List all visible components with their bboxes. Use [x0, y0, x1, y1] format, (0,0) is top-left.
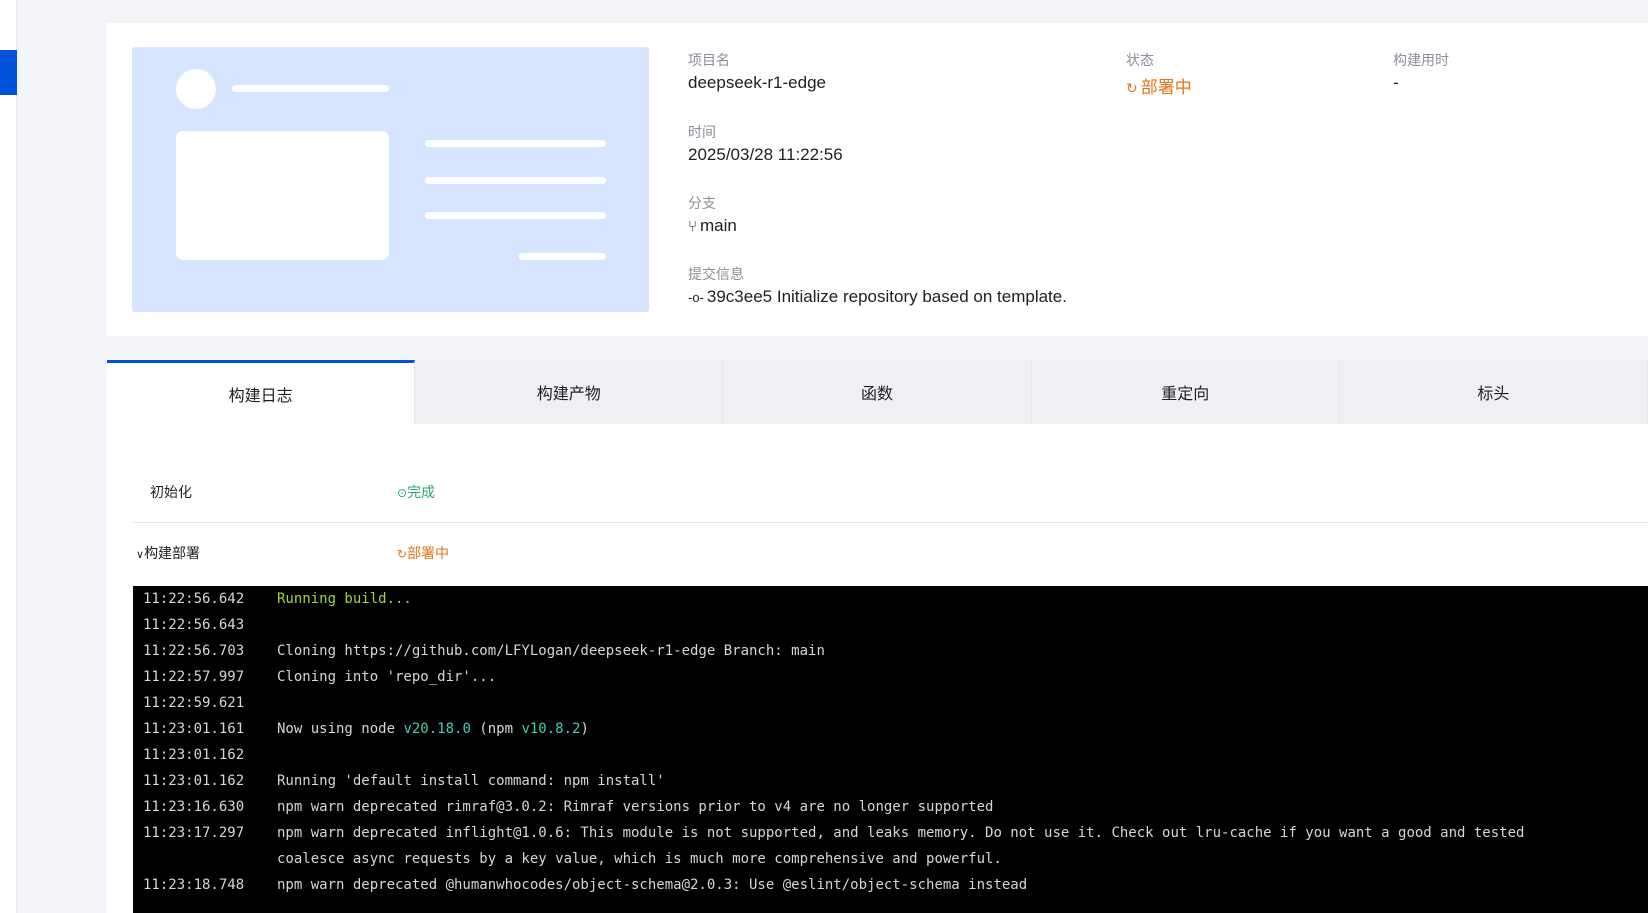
project-name-label: 项目名: [688, 52, 730, 68]
git-branch-icon: ⑂: [688, 218, 698, 235]
log-message: Cloning into 'repo_dir'...: [277, 669, 497, 685]
branch-value: ⑂ main: [688, 216, 737, 236]
site-preview-placeholder: [132, 47, 649, 312]
commit-value: -o- 39c3ee5 Initialize repository based o…: [688, 287, 1067, 307]
log-message: Cloning https://github.com/LFYLogan/deep…: [277, 643, 825, 659]
branch-name: main: [700, 216, 737, 235]
step-build-deploy-status-text: 部署中: [407, 545, 450, 561]
tab-build-artifacts[interactable]: 构建产物: [415, 360, 724, 424]
step-build-deploy-label: 构建部署: [144, 545, 201, 561]
check-circle-icon: ⊙: [397, 486, 408, 500]
preview-line: [425, 212, 606, 219]
project-name: deepseek-r1-edge: [688, 73, 826, 92]
log-timestamp: 11:22:56.703: [143, 643, 245, 659]
branch-label: 分支: [688, 195, 716, 211]
log-text: Now using node: [277, 721, 404, 737]
deploy-time: 2025/03/28 11:22:56: [688, 145, 843, 164]
duration-label: 构建用时: [1393, 52, 1449, 68]
preview-content-box: [176, 131, 389, 260]
log-message: npm warn deprecated inflight@1.0.6: This…: [277, 825, 1525, 841]
preview-avatar-shape: [176, 69, 216, 109]
log-timestamp: 11:22:56.642: [143, 591, 245, 607]
detail-tabs: 构建日志 构建产物 函数 重定向 标头: [107, 360, 1648, 424]
step-init-name: 初始化: [150, 484, 192, 500]
step-build-deploy-row[interactable]: ∨构建部署 ↻部署中: [132, 523, 1648, 583]
commit-message: 39c3ee5 Initialize repository based on t…: [706, 287, 1067, 306]
spinner-icon: ↻: [1126, 80, 1138, 96]
deployment-summary-card: 项目名 deepseek-r1-edge 状态 ↻ 部署中 构建用时 - 时间 2…: [107, 23, 1648, 336]
npm-version: v10.8.2: [521, 721, 581, 737]
log-message: npm warn deprecated @humanwhocodes/objec…: [277, 877, 1028, 893]
build-log-console[interactable]: 11:22:56.642 Running build... 11:22:56.64…: [133, 586, 1648, 913]
log-message: Now using node v20.18.0 (npm v10.8.2): [277, 721, 589, 737]
log-timestamp: 11:23:01.162: [143, 773, 245, 789]
preview-line: [519, 253, 606, 260]
nav-active-indicator[interactable]: [0, 50, 17, 95]
commit-label: 提交信息: [688, 266, 744, 282]
log-timestamp: 11:23:17.297: [143, 825, 245, 841]
log-text: ): [580, 721, 589, 737]
tab-redirects[interactable]: 重定向: [1032, 360, 1340, 424]
log-timestamp: 11:23:16.630: [143, 799, 245, 815]
preview-line: [425, 177, 606, 184]
log-timestamp: 11:22:59.621: [143, 695, 245, 711]
log-message: Running build...: [277, 591, 412, 607]
log-timestamp: 11:22:57.997: [143, 669, 245, 685]
tab-functions[interactable]: 函数: [723, 360, 1032, 424]
log-message: npm warn deprecated rimraf@3.0.2: Rimraf…: [277, 799, 994, 815]
preview-line: [425, 140, 606, 147]
log-text: (npm: [470, 721, 522, 737]
step-init-row[interactable]: 初始化 ⊙完成: [132, 462, 1648, 522]
time-label: 时间: [688, 124, 716, 140]
preview-title-bar: [232, 85, 389, 92]
log-timestamp: 11:23:01.162: [143, 747, 245, 763]
node-version: v20.18.0: [403, 721, 471, 737]
left-nav-rail: [0, 0, 17, 913]
log-timestamp: 11:22:56.643: [143, 617, 245, 633]
spinner-icon: ↻: [397, 547, 408, 561]
step-build-deploy-name: ∨构建部署: [136, 543, 200, 563]
status-label: 状态: [1126, 52, 1154, 68]
git-commit-icon: -o-: [688, 290, 704, 305]
duration-value: -: [1393, 73, 1399, 92]
chevron-down-icon[interactable]: ∨: [136, 549, 144, 561]
step-init-status: ⊙完成: [397, 482, 435, 502]
status-text: 部署中: [1140, 78, 1192, 97]
log-timestamp: 11:23:18.748: [143, 877, 245, 893]
log-message: coalesce async requests by a key value, …: [277, 851, 1002, 867]
tab-headers[interactable]: 标头: [1340, 360, 1648, 424]
step-build-deploy-status: ↻部署中: [397, 543, 449, 563]
log-message: Running 'default install command: npm in…: [277, 773, 665, 789]
step-init-status-text: 完成: [407, 484, 436, 500]
status-value: ↻ 部署中: [1126, 73, 1192, 98]
log-timestamp: 11:23:01.161: [143, 721, 245, 737]
tab-build-log[interactable]: 构建日志: [107, 360, 416, 424]
